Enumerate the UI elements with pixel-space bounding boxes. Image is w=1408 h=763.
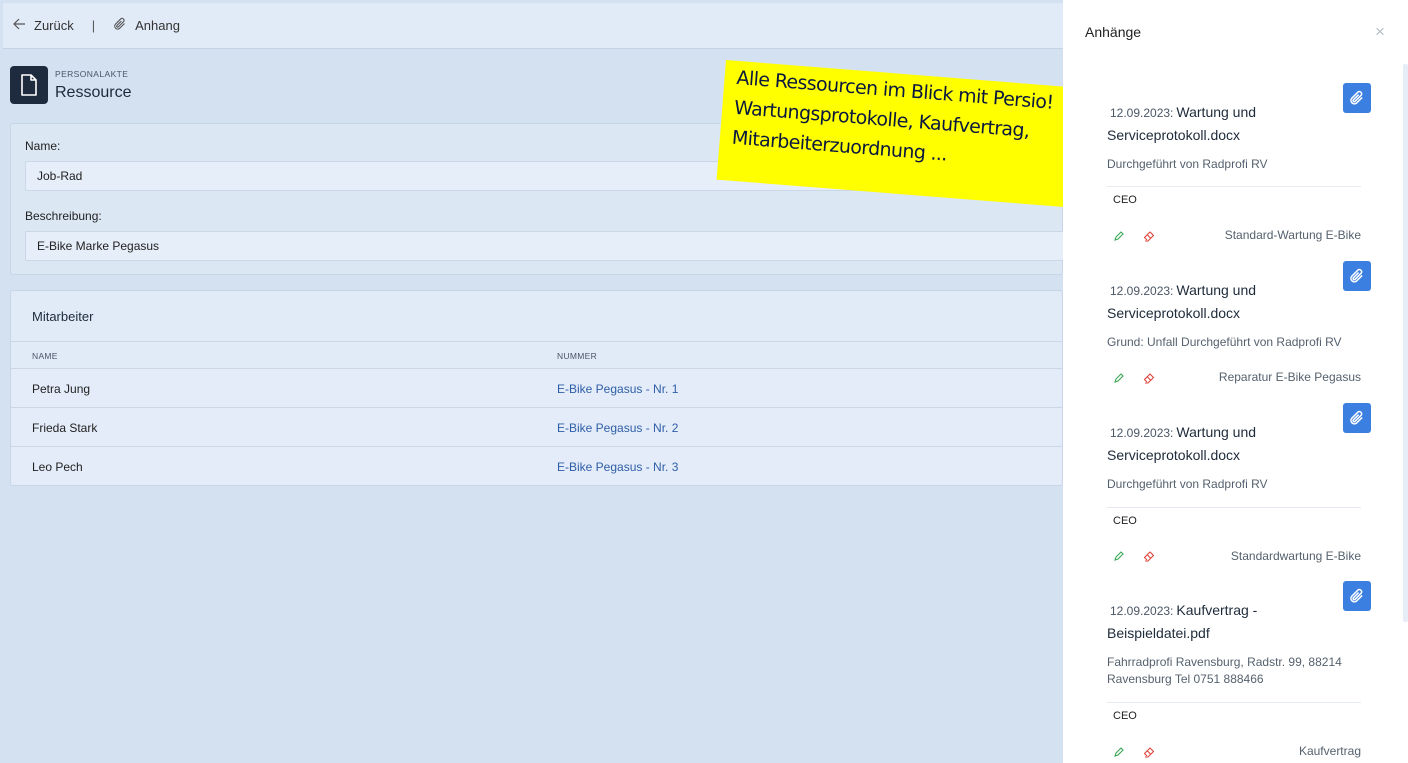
attachment-actions: [1113, 229, 1155, 247]
paperclip-icon[interactable]: [1343, 403, 1371, 433]
back-label: Zurück: [34, 18, 74, 33]
pencil-icon[interactable]: [1113, 229, 1125, 247]
attachment-date: 12.09.2023:: [1110, 426, 1174, 440]
resource-number-link[interactable]: E-Bike Pegasus - Nr. 3: [557, 460, 678, 474]
toolbar: Zurück | Anhang: [3, 3, 1063, 49]
attachment-category: Standard-Wartung E-Bike: [1224, 228, 1361, 242]
attachment-title[interactable]: 12.09.2023: Wartung und Serviceprotokoll.…: [1107, 101, 1307, 146]
attachment-tag: CEO: [1113, 194, 1137, 206]
attachment-title[interactable]: 12.09.2023: Wartung und Serviceprotokoll.…: [1107, 421, 1307, 466]
paperclip-icon[interactable]: [1343, 581, 1371, 611]
attachment-description: Durchgeführt von Radprofi RV: [1107, 477, 1268, 491]
arrow-left-icon: [13, 18, 26, 33]
panel-scrollbar[interactable]: [1403, 64, 1408, 622]
attachment-title[interactable]: 12.09.2023: Wartung und Serviceprotokoll.…: [1107, 279, 1307, 324]
resource-number-link[interactable]: E-Bike Pegasus - Nr. 2: [557, 421, 678, 435]
table-row[interactable]: Frieda Stark E-Bike Pegasus - Nr. 2: [11, 408, 1062, 447]
attachment-date: 12.09.2023:: [1110, 106, 1174, 120]
attachment-category: Kaufvertrag: [1298, 744, 1361, 758]
attachment-title[interactable]: 12.09.2023: Kaufvertrag - Beispieldatei.p…: [1107, 599, 1307, 644]
pencil-icon[interactable]: [1113, 371, 1125, 389]
column-header-name: NAME: [32, 351, 58, 361]
attachment-button[interactable]: Anhang: [113, 17, 180, 34]
pencil-icon[interactable]: [1113, 549, 1125, 567]
attachment-description: Durchgeführt von Radprofi RV: [1107, 157, 1268, 171]
employee-name: Frieda Stark: [32, 421, 98, 435]
description-label: Beschreibung:: [25, 209, 102, 223]
eraser-icon[interactable]: [1143, 229, 1155, 247]
toolbar-separator: |: [91, 18, 96, 33]
employee-name: Petra Jung: [32, 382, 91, 396]
attachment-category: Reparatur E-Bike Pegasus: [1218, 370, 1361, 384]
attachment-description: Grund: Unfall Durchgeführt von Radprofi …: [1107, 335, 1342, 349]
table-row[interactable]: Leo Pech E-Bike Pegasus - Nr. 3: [11, 447, 1062, 485]
paperclip-icon[interactable]: [1343, 261, 1371, 291]
paperclip-icon[interactable]: [1343, 83, 1371, 113]
attachment-date: 12.09.2023:: [1110, 604, 1174, 618]
attachment-label: Anhang: [135, 18, 180, 33]
eraser-icon[interactable]: [1143, 549, 1155, 567]
pencil-icon[interactable]: [1113, 745, 1125, 763]
employees-card: Mitarbeiter NAME NUMMER Petra Jung E-Bik…: [10, 290, 1063, 486]
page-title: Ressource: [55, 84, 132, 101]
eraser-icon[interactable]: [1143, 745, 1155, 763]
attachment-date: 12.09.2023:: [1110, 284, 1174, 298]
column-header-number: NUMMER: [557, 351, 598, 361]
table-row[interactable]: Petra Jung E-Bike Pegasus - Nr. 1: [11, 369, 1062, 408]
attachment-actions: [1113, 371, 1155, 389]
back-button[interactable]: Zurück: [13, 18, 74, 33]
divider: [1107, 702, 1361, 703]
attachment-actions: [1113, 745, 1155, 763]
attachment-tag: CEO: [1113, 710, 1137, 722]
divider: [1107, 507, 1361, 508]
attachment-tag: CEO: [1113, 515, 1137, 527]
close-icon[interactable]: ×: [1375, 22, 1385, 42]
employees-title: Mitarbeiter: [32, 309, 94, 324]
attachments-panel: Anhänge × 12.09.2023: Wartung und Service…: [1063, 0, 1408, 763]
document-icon: [10, 66, 48, 104]
employee-name: Leo Pech: [32, 460, 83, 474]
paperclip-icon: [113, 17, 127, 34]
panel-title: Anhänge: [1085, 24, 1142, 40]
divider: [1107, 186, 1361, 187]
name-label: Name:: [25, 139, 61, 153]
attachment-actions: [1113, 549, 1155, 567]
description-field[interactable]: E-Bike Marke Pegasus: [25, 231, 1064, 261]
resource-number-link[interactable]: E-Bike Pegasus - Nr. 1: [557, 382, 678, 396]
eraser-icon[interactable]: [1143, 371, 1155, 389]
attachment-description: Fahrradprofi Ravensburg, Radstr. 99, 882…: [1107, 655, 1342, 686]
attachment-category: Standardwartung E-Bike: [1230, 549, 1361, 563]
page-kicker: PERSONALAKTE: [55, 69, 129, 79]
table-header: NAME NUMMER: [11, 341, 1062, 369]
